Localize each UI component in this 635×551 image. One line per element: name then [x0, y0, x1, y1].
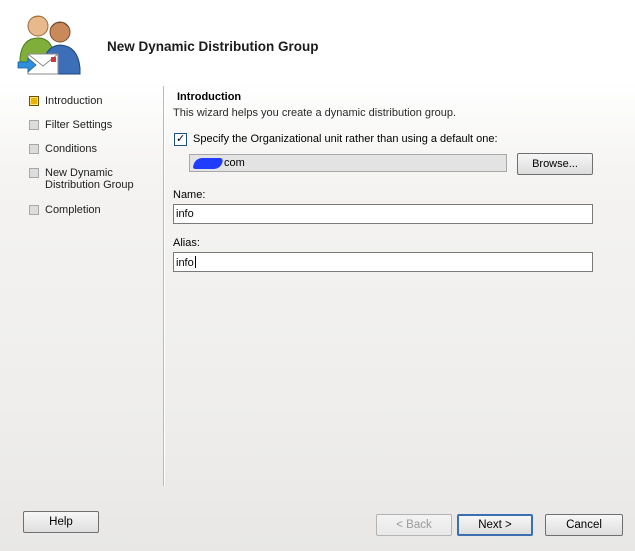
text-caret [194, 256, 196, 268]
section-description: This wizard helps you create a dynamic d… [173, 107, 457, 119]
ou-checkbox-row[interactable]: ✓ Specify the Organizational unit rather… [173, 133, 593, 147]
name-label: Name: [173, 189, 206, 201]
ou-path-field: com [189, 154, 507, 172]
step-completion: Completion [26, 204, 161, 216]
alias-value: info [176, 257, 194, 269]
checkmark-icon: ✓ [176, 133, 186, 145]
redaction-mark [192, 158, 224, 169]
step-label: Filter Settings [45, 119, 113, 131]
step-conditions: Conditions [26, 143, 161, 155]
step-bullet-icon [29, 205, 39, 215]
next-button[interactable]: Next > [457, 514, 533, 536]
wizard-window: New Dynamic Distribution Group Introduct… [0, 0, 635, 551]
step-label: Completion [45, 204, 101, 216]
ou-path-value: com [224, 157, 245, 169]
step-label: New Dynamic Distribution Group [45, 167, 134, 191]
nav-divider [163, 86, 165, 486]
step-bullet-icon [29, 120, 39, 130]
back-button[interactable]: < Back [376, 514, 452, 536]
step-bullet-icon [29, 144, 39, 154]
wizard-step-list: Introduction Filter Settings Conditions … [26, 95, 161, 228]
alias-input[interactable]: info [173, 252, 593, 272]
step-active-bullet-icon [29, 96, 39, 106]
alias-label: Alias: [173, 237, 200, 249]
name-value: info [176, 208, 194, 220]
step-label: Conditions [45, 143, 97, 155]
help-button[interactable]: Help [23, 511, 99, 533]
name-input[interactable]: info [173, 204, 593, 224]
page-title: New Dynamic Distribution Group [107, 39, 319, 54]
section-title: Introduction [177, 91, 242, 103]
ou-checkbox-label[interactable]: Specify the Organizational unit rather t… [193, 133, 498, 145]
cancel-button[interactable]: Cancel [545, 514, 623, 536]
users-mail-icon [16, 12, 88, 78]
wizard-header: New Dynamic Distribution Group [0, 0, 635, 85]
step-introduction: Introduction [26, 95, 161, 107]
step-filter-settings: Filter Settings [26, 119, 161, 131]
ou-checkbox[interactable]: ✓ [174, 133, 187, 146]
step-label: Introduction [45, 95, 103, 107]
browse-button[interactable]: Browse... [517, 153, 593, 175]
step-bullet-icon [29, 168, 39, 178]
step-new-dynamic-distribution-group: New Dynamic Distribution Group [26, 167, 145, 191]
